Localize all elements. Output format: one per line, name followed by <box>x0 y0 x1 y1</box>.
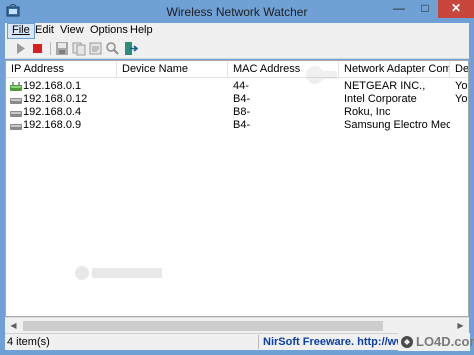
column-header-device-name[interactable]: Device Name <box>117 61 228 78</box>
cell-device-info <box>455 119 468 132</box>
cell-mac: B4- <box>233 93 251 105</box>
menu-edit[interactable]: Edit <box>31 23 58 39</box>
app-window: Wireless Network Watcher — □ ✕ File Edit… <box>0 0 474 355</box>
scrollbar-thumb[interactable] <box>23 321 383 331</box>
device-list[interactable]: IP Address Device Name MAC Address Netwo… <box>5 60 469 317</box>
table-row[interactable]: 192.168.0.4 B8- Roku, Inc <box>6 106 468 119</box>
horizontal-scrollbar[interactable]: ◀ ▶ <box>5 317 469 333</box>
cell-ip: 192.168.0.1 <box>23 80 82 92</box>
table-row[interactable]: 192.168.0.9 B4- Samsung Electro Mecha... <box>6 119 468 132</box>
stop-icon[interactable] <box>30 41 46 56</box>
cell-device-name <box>122 106 228 119</box>
lo4d-text: LO4D.com <box>416 334 474 349</box>
cell-device-info <box>455 106 468 119</box>
list-header: IP Address Device Name MAC Address Netwo… <box>6 61 468 78</box>
scroll-right-arrow-icon[interactable]: ▶ <box>452 318 469 334</box>
exit-icon[interactable] <box>122 41 138 56</box>
lo4d-watermark: LO4D.com <box>398 333 474 351</box>
title-bar[interactable]: Wireless Network Watcher — □ ✕ <box>0 0 474 23</box>
item-count: 4 item(s) <box>7 336 50 348</box>
table-row[interactable]: 192.168.0.1 44- NETGEAR INC., You <box>6 80 468 93</box>
play-icon[interactable] <box>13 41 29 56</box>
menu-view-label: View <box>60 24 84 36</box>
status-divider <box>258 335 259 349</box>
menu-help[interactable]: Help <box>126 23 157 39</box>
column-header-vendor[interactable]: Network Adapter Comp... <box>339 61 450 78</box>
save-icon[interactable] <box>54 41 70 56</box>
toolbar-separator <box>50 42 51 55</box>
lo4d-logo-icon <box>401 336 413 348</box>
menu-bar: File Edit View Options Help <box>5 23 469 39</box>
cell-device-name <box>122 93 228 106</box>
cell-vendor: NETGEAR INC., <box>344 80 426 92</box>
minimize-button[interactable]: — <box>386 0 412 18</box>
cell-mac: B8- <box>233 106 251 118</box>
menu-options-label: Options <box>90 24 128 36</box>
computer-icon <box>10 124 22 130</box>
computer-icon <box>10 98 22 104</box>
html-report-icon[interactable] <box>88 41 104 56</box>
cell-device-info: You <box>455 80 468 92</box>
cell-mac: B4- <box>233 119 251 131</box>
computer-icon <box>10 111 22 117</box>
column-header-ip[interactable]: IP Address <box>6 61 117 78</box>
lo4d-watermark-logo <box>75 266 162 280</box>
toolbar <box>5 39 469 59</box>
scroll-left-arrow-icon[interactable]: ◀ <box>5 318 22 334</box>
cell-mac: 44- <box>233 80 249 92</box>
close-button[interactable]: ✕ <box>438 0 474 18</box>
cell-vendor: Roku, Inc <box>344 106 391 118</box>
find-icon[interactable] <box>105 41 121 56</box>
maximize-button[interactable]: □ <box>412 0 438 18</box>
menu-help-label: Help <box>130 24 153 36</box>
cell-device-info: You <box>455 93 468 105</box>
menu-file-label: File <box>12 24 30 36</box>
cell-vendor: Samsung Electro Mecha... <box>344 119 450 131</box>
cell-device-name <box>122 80 228 93</box>
cell-device-name <box>122 119 228 132</box>
column-header-device-info[interactable]: Dev <box>450 61 468 78</box>
copy-icon[interactable] <box>71 41 87 56</box>
table-row[interactable]: 192.168.0.12 B4- Intel Corporate You <box>6 93 468 106</box>
router-icon <box>10 82 22 91</box>
cell-ip: 192.168.0.12 <box>23 93 88 105</box>
cell-vendor: Intel Corporate <box>344 93 417 105</box>
menu-view[interactable]: View <box>56 23 88 39</box>
cell-ip: 192.168.0.9 <box>23 119 82 131</box>
menu-edit-label: Edit <box>35 24 54 36</box>
cell-ip: 192.168.0.4 <box>23 106 82 118</box>
